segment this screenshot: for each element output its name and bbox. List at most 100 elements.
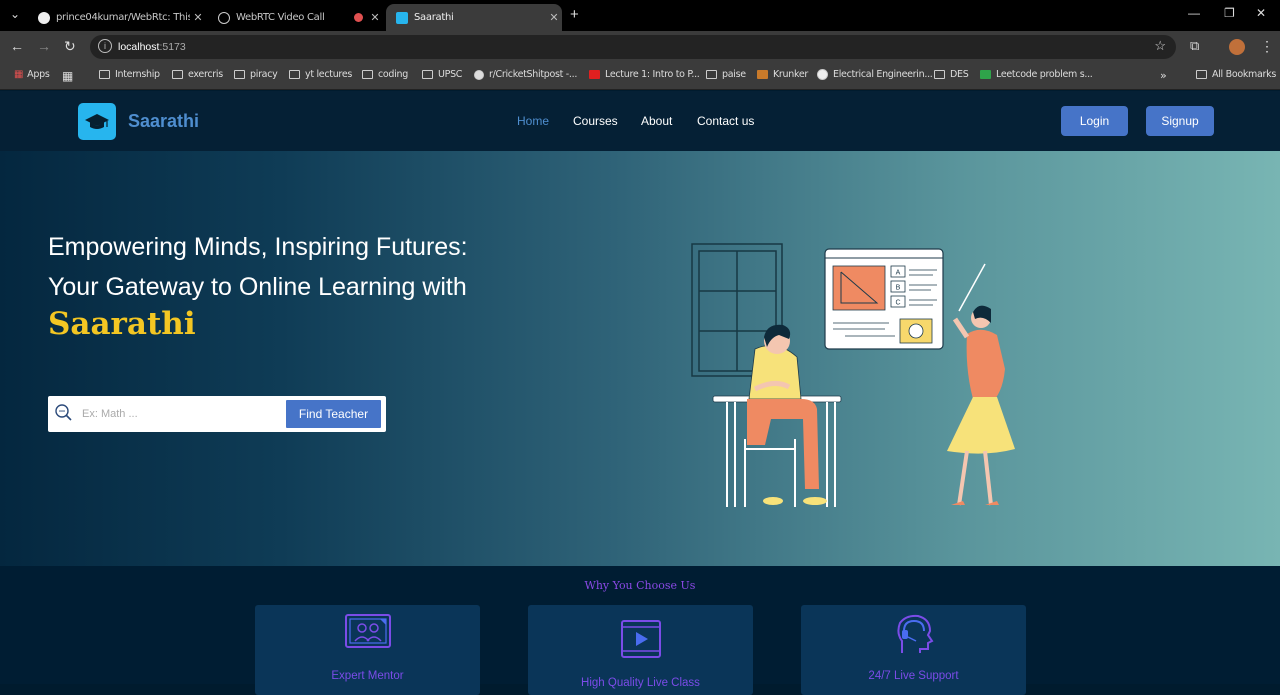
folder-icon bbox=[172, 70, 183, 79]
why-title: Why You Choose Us bbox=[584, 579, 696, 592]
back-icon[interactable]: ← bbox=[10, 38, 24, 54]
bookmark-star-icon[interactable]: ☆ bbox=[1154, 38, 1166, 54]
option-b-label: B bbox=[896, 285, 901, 292]
nav-courses[interactable]: Courses bbox=[573, 114, 618, 128]
saarathi-favicon bbox=[396, 11, 408, 24]
teacher-figure bbox=[947, 305, 1015, 506]
reddit-icon bbox=[474, 69, 484, 80]
youtube-icon bbox=[589, 70, 600, 79]
address-bar[interactable]: i localhost:5173 ☆ bbox=[90, 35, 1176, 59]
why-section: Why You Choose Us Expert Mentor High Qua… bbox=[0, 566, 1280, 695]
feature-label: High Quality Live Class bbox=[581, 677, 700, 689]
signup-button[interactable]: Signup bbox=[1146, 106, 1214, 136]
address-toolbar: ← → ↻ i localhost:5173 ☆ ⧉ ⋮ bbox=[0, 31, 1280, 63]
headset-icon bbox=[896, 614, 933, 653]
feature-card-mentor: Expert Mentor bbox=[255, 605, 480, 695]
bookmark-yt-lectures[interactable]: yt lectures bbox=[289, 69, 352, 80]
grid-icon[interactable]: ▦ bbox=[62, 69, 73, 83]
bookmark-paise[interactable]: paise bbox=[706, 69, 746, 80]
browser-tab-bar: ⌄ prince04kumar/WebRtc: This is ✕ WebRTC… bbox=[0, 0, 1280, 31]
close-tab-icon[interactable]: ✕ bbox=[367, 11, 383, 24]
brand-name[interactable]: Saarathi bbox=[128, 111, 199, 132]
extensions-icon[interactable]: ⧉ bbox=[1190, 38, 1199, 54]
whiteboard-graphic: A B C bbox=[824, 248, 944, 350]
folder-icon bbox=[99, 70, 110, 79]
option-c-label: C bbox=[895, 300, 900, 307]
option-a-label: A bbox=[896, 270, 901, 277]
teacher-search: Find Teacher bbox=[48, 396, 386, 432]
tab-webrtc[interactable]: WebRTC Video Call ✕ bbox=[208, 4, 383, 31]
more-bookmarks-icon[interactable]: » bbox=[1160, 69, 1167, 82]
nav-contact[interactable]: Contact us bbox=[697, 114, 754, 128]
logo[interactable] bbox=[78, 103, 116, 140]
ee-icon bbox=[817, 69, 828, 80]
pointer-stick bbox=[958, 263, 986, 312]
globe-icon bbox=[218, 11, 230, 24]
maximize-icon[interactable]: ❐ bbox=[1224, 6, 1235, 20]
site-info-icon[interactable]: i bbox=[98, 39, 112, 53]
feature-label: 24/7 Live Support bbox=[868, 670, 959, 682]
menu-icon[interactable]: ⋮ bbox=[1260, 38, 1274, 55]
bookmark-internship[interactable]: Internship bbox=[99, 69, 160, 80]
folder-icon bbox=[289, 70, 300, 79]
tab-title: Saarathi bbox=[414, 12, 454, 23]
tab-title: prince04kumar/WebRtc: This is bbox=[56, 12, 190, 23]
bookmark-upsc[interactable]: UPSC bbox=[422, 69, 462, 80]
hero-section: Empowering Minds, Inspiring Futures: You… bbox=[0, 151, 1280, 566]
site-header: Saarathi Home Courses About Contact us L… bbox=[0, 91, 1280, 151]
hero-brand: Saarathi bbox=[48, 306, 196, 342]
feature-card-support: 24/7 Live Support bbox=[801, 605, 1026, 695]
student-figure bbox=[747, 324, 827, 505]
profile-avatar[interactable] bbox=[1229, 39, 1245, 55]
search-input[interactable] bbox=[82, 404, 272, 424]
folder-icon bbox=[1196, 70, 1207, 79]
tab-search-icon[interactable]: ⌄ bbox=[10, 7, 20, 21]
bookmarks-bar: ▦ Apps ▦ Internship exercris piracy yt le… bbox=[0, 63, 1280, 90]
tab-saarathi[interactable]: Saarathi ✕ bbox=[386, 4, 562, 31]
hero-heading-line1: Empowering Minds, Inspiring Futures: bbox=[48, 233, 468, 261]
folder-icon bbox=[234, 70, 245, 79]
search-icon bbox=[55, 404, 72, 421]
close-window-icon[interactable]: ✕ bbox=[1256, 6, 1266, 20]
tab-title: WebRTC Video Call bbox=[236, 12, 325, 23]
feature-label: Expert Mentor bbox=[331, 670, 404, 682]
nav-home[interactable]: Home bbox=[517, 114, 549, 128]
bookmark-reddit[interactable]: r/CricketShitpost -... bbox=[474, 69, 577, 80]
apps-grid-icon: ▦ bbox=[14, 69, 24, 80]
bookmark-des[interactable]: DES bbox=[934, 69, 969, 80]
close-tab-icon[interactable]: ✕ bbox=[190, 11, 206, 24]
bookmark-leetcode[interactable]: Leetcode problem s... bbox=[980, 69, 1093, 80]
new-tab-icon[interactable]: + bbox=[570, 6, 579, 23]
hero-heading-line2: Your Gateway to Online Learning with bbox=[48, 273, 467, 301]
bookmark-piracy[interactable]: piracy bbox=[234, 69, 278, 80]
video-play-icon bbox=[620, 620, 661, 658]
reload-icon[interactable]: ↻ bbox=[64, 38, 76, 55]
forward-icon[interactable]: → bbox=[37, 38, 51, 54]
folder-icon bbox=[706, 70, 717, 79]
all-bookmarks[interactable]: All Bookmarks bbox=[1196, 69, 1276, 80]
bookmark-coding[interactable]: coding bbox=[362, 69, 408, 80]
bookmark-krunker[interactable]: Krunker bbox=[757, 69, 808, 80]
find-teacher-button[interactable]: Find Teacher bbox=[286, 400, 381, 428]
folder-icon bbox=[422, 70, 433, 79]
krunker-icon bbox=[757, 70, 768, 79]
tab-github[interactable]: prince04kumar/WebRtc: This is ✕ bbox=[28, 4, 206, 31]
feature-card-live-class: High Quality Live Class bbox=[528, 605, 753, 695]
nav-about[interactable]: About bbox=[641, 114, 672, 128]
bookmark-apps[interactable]: ▦ Apps bbox=[14, 69, 50, 80]
github-icon bbox=[38, 11, 50, 24]
recording-icon bbox=[354, 13, 363, 22]
url-text: localhost:5173 bbox=[118, 41, 186, 53]
sheets-icon bbox=[980, 70, 991, 79]
mentor-icon bbox=[344, 614, 391, 648]
login-button[interactable]: Login bbox=[1061, 106, 1128, 136]
close-tab-icon[interactable]: ✕ bbox=[546, 11, 562, 24]
bookmark-lecture[interactable]: Lecture 1: Intro to P... bbox=[589, 69, 700, 80]
bookmark-electrical[interactable]: Electrical Engineerin... bbox=[817, 69, 933, 80]
minimize-icon[interactable]: — bbox=[1188, 6, 1200, 20]
folder-icon bbox=[362, 70, 373, 79]
bookmark-exercris[interactable]: exercris bbox=[172, 69, 223, 80]
graduation-cap-icon bbox=[85, 113, 109, 129]
folder-icon bbox=[934, 70, 945, 79]
teaching-illustration: A B C bbox=[691, 243, 1015, 507]
